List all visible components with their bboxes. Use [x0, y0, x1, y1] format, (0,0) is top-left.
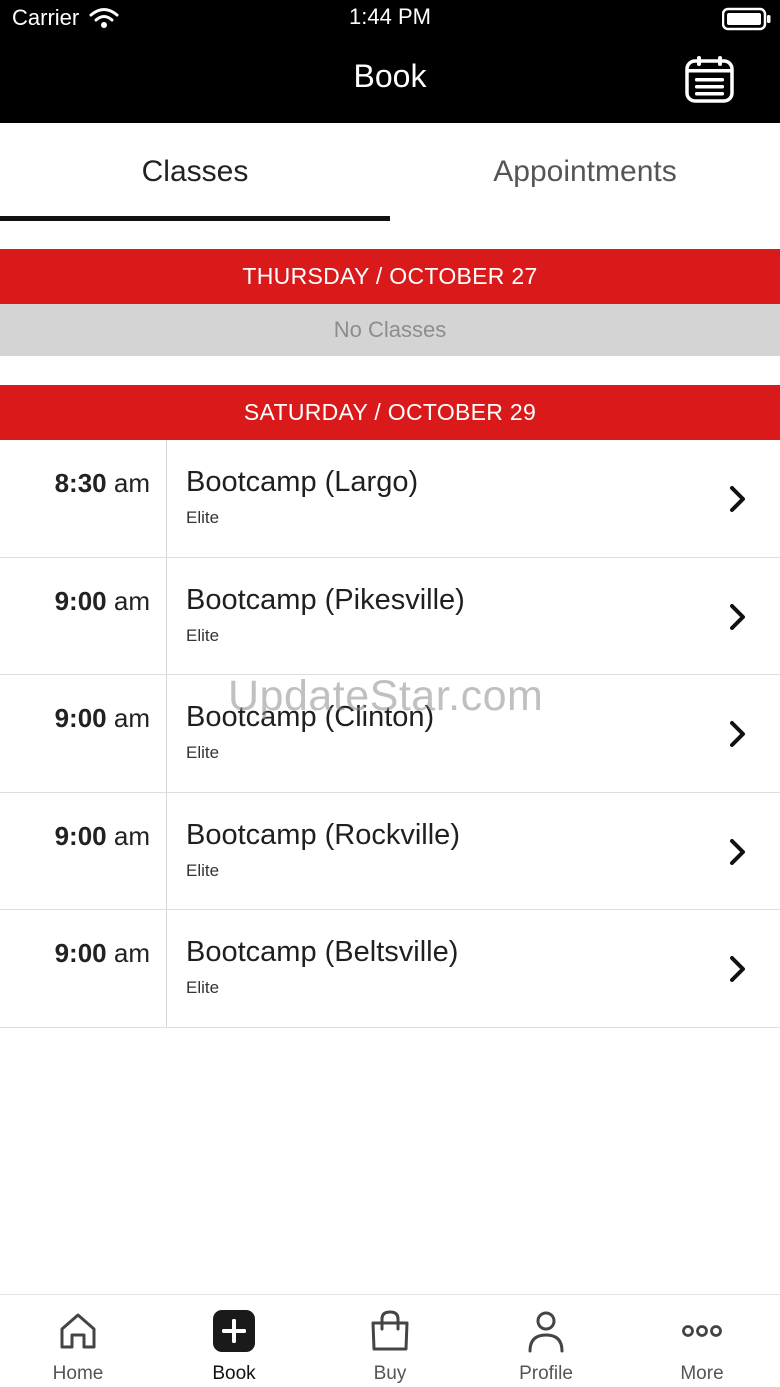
tab-classes-label: Classes [141, 155, 249, 188]
class-row[interactable]: 8:30 am Bootcamp (Largo) Elite [0, 440, 780, 558]
top-bar: Carrier 1:44 PM Book [0, 0, 780, 123]
chevron-right-icon [730, 603, 745, 630]
class-row[interactable]: 9:00 am Bootcamp (Rockville) Elite [0, 792, 780, 910]
class-name: Bootcamp (Beltsville) [186, 936, 459, 968]
class-time-cell: 9:00 am [0, 675, 167, 792]
chevron-right-icon [730, 721, 745, 747]
day-header-thursday: THURSDAY / OCTOBER 27 [0, 249, 780, 304]
class-level: Elite [186, 743, 220, 762]
plus-square-icon [213, 1310, 255, 1352]
calendar-icon[interactable] [684, 54, 736, 104]
page-title: Book [353, 58, 427, 94]
person-icon [528, 1311, 564, 1353]
tabbar-more-label: More [680, 1363, 724, 1384]
status-bar: Carrier 1:44 PM [0, 0, 780, 36]
status-time: 1:44 PM [349, 4, 431, 29]
tab-active-indicator [0, 216, 390, 221]
class-level: Elite [186, 508, 220, 527]
class-level: Elite [186, 860, 220, 880]
more-dots-icon [682, 1325, 722, 1337]
tabbar-profile[interactable]: Profile [468, 1295, 624, 1387]
class-time: 9:00 am [54, 938, 150, 968]
tab-appointments[interactable]: Appointments [390, 123, 780, 221]
shopping-bag-icon [371, 1310, 409, 1351]
class-time-cell: 8:30 am [0, 440, 167, 557]
class-time-cell: 9:00 am [0, 557, 167, 674]
tabbar-home[interactable]: Home [0, 1295, 156, 1387]
tabbar-buy-label: Buy [373, 1363, 407, 1384]
class-row[interactable]: 9:00 am Bootcamp (Beltsville) Elite [0, 910, 780, 1028]
tabbar-more[interactable]: More [624, 1295, 780, 1387]
tabbar-book[interactable]: Book [156, 1295, 312, 1387]
chevron-right-icon [730, 838, 745, 865]
class-level: Elite [186, 978, 220, 997]
day-header-saturday: SATURDAY / OCTOBER 29 [0, 385, 780, 440]
tab-classes[interactable]: Classes [0, 123, 390, 221]
class-level: Elite [186, 625, 220, 645]
class-time: 8:30 am [54, 468, 150, 498]
chevron-right-icon [730, 486, 745, 512]
no-classes-notice: No Classes [0, 304, 780, 356]
class-name: Bootcamp (Clinton) [186, 701, 435, 733]
class-time: 9:00 am [54, 585, 150, 616]
class-name: Bootcamp (Pikesville) [186, 583, 465, 616]
class-row[interactable]: 9:00 am Bootcamp (Clinton) Elite [0, 675, 780, 793]
bottom-tab-bar: Home Book Buy Profile More [0, 1294, 780, 1387]
class-time: 9:00 am [54, 703, 150, 733]
class-name: Bootcamp (Rockville) [186, 818, 460, 851]
class-time: 9:00 am [54, 820, 150, 851]
chevron-right-icon [730, 956, 745, 982]
home-icon [60, 1313, 96, 1349]
tabbar-buy[interactable]: Buy [312, 1295, 468, 1387]
battery-icon [722, 7, 771, 31]
tab-appointments-label: Appointments [493, 155, 677, 188]
class-list: 8:30 am Bootcamp (Largo) Elite 9:00 am B… [0, 440, 780, 1028]
class-name: Bootcamp (Largo) [186, 466, 419, 498]
class-time-cell: 9:00 am [0, 792, 167, 909]
tabbar-home-label: Home [52, 1363, 104, 1384]
class-time-cell: 9:00 am [0, 910, 167, 1027]
booking-tabs: Classes Appointments [0, 123, 780, 221]
tabbar-profile-label: Profile [519, 1363, 573, 1384]
tabbar-book-label: Book [212, 1363, 256, 1384]
class-row[interactable]: 9:00 am Bootcamp (Pikesville) Elite [0, 557, 780, 675]
